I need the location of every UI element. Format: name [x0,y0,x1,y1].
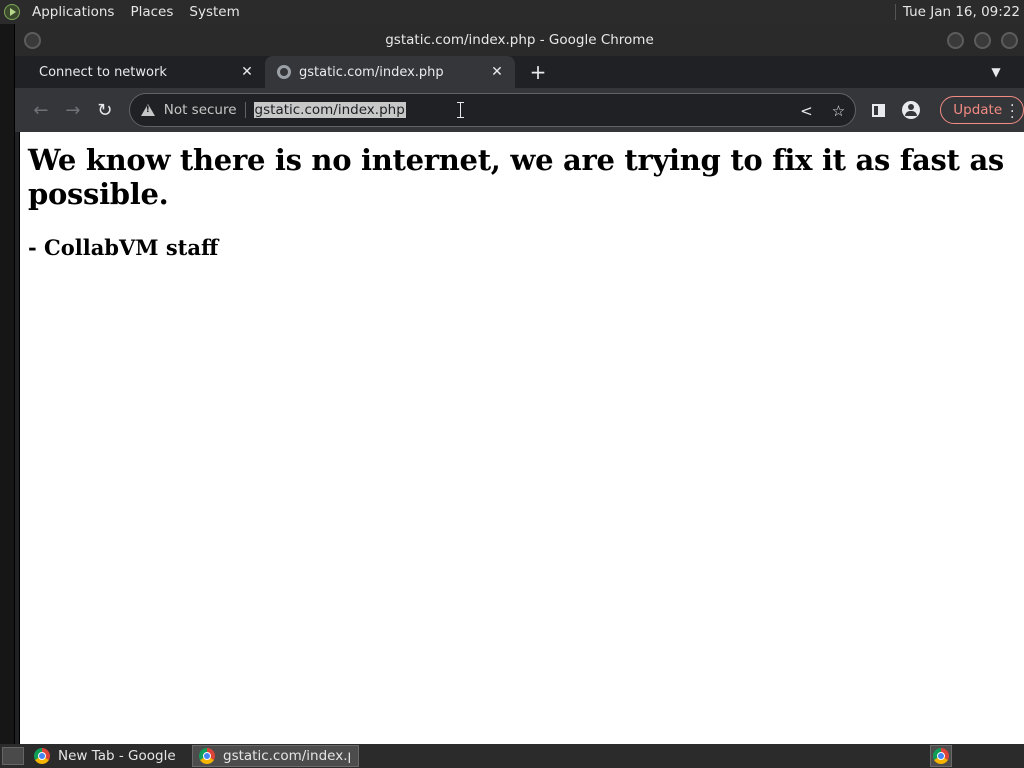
minimize-button[interactable] [947,32,964,49]
taskbar-item-gstatic[interactable]: gstatic.com/index.p... [192,745,359,767]
close-icon[interactable]: ✕ [489,64,505,80]
top-panel: Applications Places System Tue Jan 16, 0… [0,0,1024,24]
page-signature: - CollabVM staff [28,235,219,260]
globe-icon [277,65,291,79]
browser-toolbar: ← → ↻ Not secure gstatic.com/index.php <… [15,88,1024,132]
update-label: Update [953,102,1003,118]
taskbar-item-label: New Tab - Google ... [58,748,180,764]
bookmark-star-icon[interactable]: ☆ [829,102,847,120]
tray-slot[interactable] [1002,745,1024,767]
warning-icon[interactable] [140,103,155,117]
window-title: gstatic.com/index.php - Google Chrome [385,32,654,48]
menu-applications[interactable]: Applications [24,0,122,24]
chevron-down-icon[interactable]: ▼ [988,64,1004,80]
chrome-icon [199,748,215,764]
panel-separator [894,4,896,20]
chrome-window: gstatic.com/index.php - Google Chrome Co… [14,24,1024,744]
update-button[interactable]: Update · · · [940,96,1024,125]
tray-chrome-button[interactable] [930,745,952,767]
menu-places[interactable]: Places [122,0,181,24]
window-titlebar[interactable]: gstatic.com/index.php - Google Chrome [15,24,1024,56]
menu-system[interactable]: System [181,0,247,24]
show-desktop-button[interactable] [2,747,24,765]
omnibox-divider [244,102,246,118]
tab-gstatic[interactable]: gstatic.com/index.php ✕ [265,56,515,88]
side-panel-button[interactable] [862,94,894,126]
reload-button[interactable]: ↻ [89,94,121,126]
clock[interactable]: Tue Jan 16, 09:22 [903,4,1024,20]
window-menu-button[interactable] [24,32,41,49]
tab-strip: Connect to network ✕ gstatic.com/index.p… [15,56,1024,88]
side-panel-icon [871,103,885,117]
tab-title: Connect to network [39,64,167,80]
address-bar[interactable]: Not secure gstatic.com/index.php < ☆ [128,93,857,127]
maximize-button[interactable] [974,32,991,49]
chrome-icon [34,748,50,764]
desktop-edge [0,24,14,744]
page-content: We know there is no internet, we are try… [19,132,1024,744]
profile-button[interactable] [894,94,926,126]
tab-connect-to-network[interactable]: Connect to network ✕ [15,56,265,88]
chrome-icon [933,748,949,764]
close-icon[interactable]: ✕ [239,64,255,80]
forward-button[interactable]: → [57,94,89,126]
taskbar-item-label: gstatic.com/index.p... [223,748,350,764]
tray-slot[interactable] [954,745,976,767]
back-button[interactable]: ← [25,94,57,126]
system-tray [928,744,1024,768]
security-label[interactable]: Not secure [164,102,237,118]
url-input[interactable]: gstatic.com/index.php [253,102,406,118]
share-icon[interactable]: < [797,102,815,120]
window-close-button[interactable] [1001,32,1018,49]
tray-slot[interactable] [978,745,1000,767]
more-menu-icon[interactable]: · · · [1010,99,1014,125]
page-heading: We know there is no internet, we are try… [28,143,1004,211]
avatar-icon [902,101,921,119]
bottom-taskbar: New Tab - Google ... gstatic.com/index.p… [0,744,1024,768]
tab-title: gstatic.com/index.php [299,64,444,80]
taskbar-item-new-tab[interactable]: New Tab - Google ... [28,745,188,767]
text-cursor-icon [456,102,466,118]
distro-logo-icon[interactable] [0,0,24,24]
new-tab-button[interactable]: + [523,56,553,88]
